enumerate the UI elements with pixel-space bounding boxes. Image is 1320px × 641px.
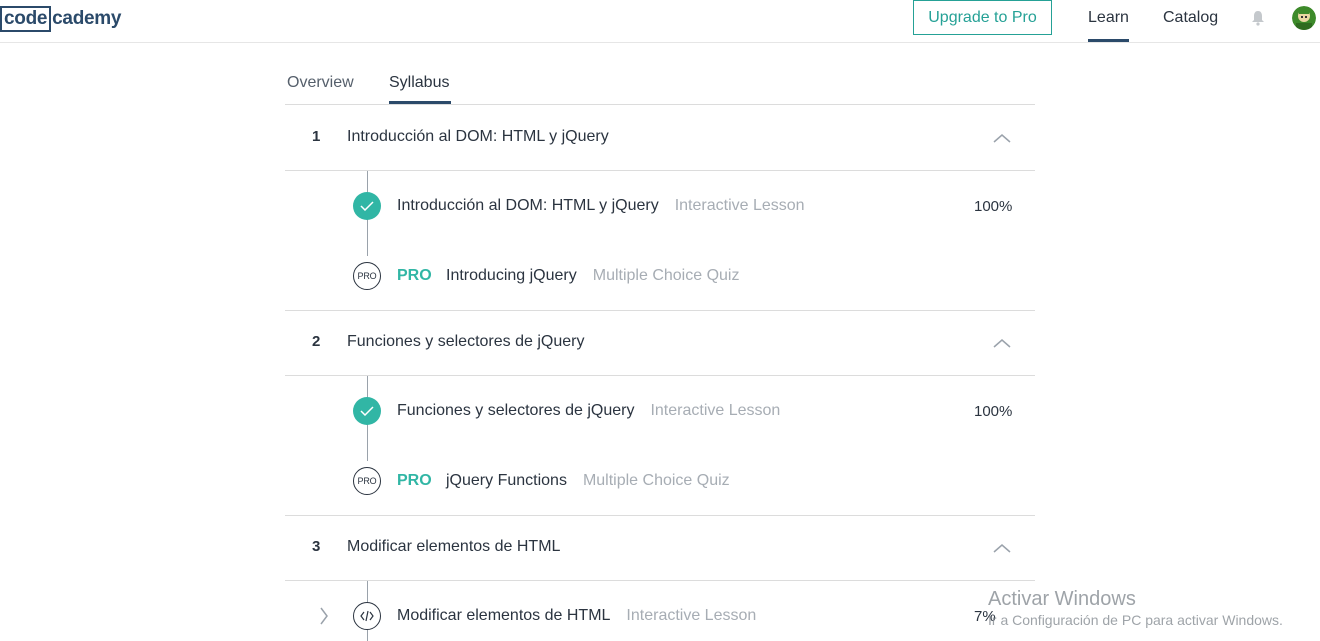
- pro-lock-icon: PRO: [353, 262, 381, 290]
- section-header[interactable]: 1 Introducción al DOM: HTML y jQuery: [285, 105, 1035, 171]
- top-navbar: code cademy Upgrade to Pro Learn Catalog: [0, 0, 1320, 43]
- logo-cademy-text: cademy: [52, 8, 122, 29]
- lesson-title-wrap: Introducing jQuery Multiple Choice Quiz: [446, 267, 739, 285]
- completed-check-icon: [353, 192, 381, 220]
- tab-syllabus[interactable]: Syllabus: [389, 74, 449, 92]
- upgrade-to-pro-button[interactable]: Upgrade to Pro: [913, 0, 1052, 35]
- section-header[interactable]: 3 Modificar elementos de HTML: [285, 515, 1035, 581]
- lesson-progress: 100%: [974, 198, 1013, 215]
- section-title: Modificar elementos de HTML: [347, 538, 561, 555]
- syllabus-section-1: 1 Introducción al DOM: HTML y jQuery Int…: [285, 105, 1035, 311]
- lesson-row[interactable]: Modificar elementos de HTML Interactive L…: [285, 596, 1035, 636]
- lesson-title-wrap: Introducción al DOM: HTML y jQuery Intera…: [397, 197, 805, 215]
- nav-catalog[interactable]: Catalog: [1163, 0, 1218, 36]
- section-header[interactable]: 2 Funciones y selectores de jQuery: [285, 310, 1035, 376]
- pro-badge: PRO: [397, 267, 432, 284]
- nav-learn[interactable]: Learn: [1088, 0, 1129, 42]
- completed-check-icon: [353, 397, 381, 425]
- pro-badge: PRO: [397, 472, 432, 489]
- lesson-type: Multiple Choice Quiz: [592, 267, 740, 284]
- chevron-right-icon[interactable]: [319, 607, 329, 625]
- lesson-title-wrap: Modificar elementos de HTML Interactive L…: [397, 607, 756, 625]
- lesson-title: Modificar elementos de HTML: [397, 607, 611, 624]
- windows-activation-text: Ir a Configuración de PC para activar Wi…: [988, 612, 1283, 628]
- lesson-title: Introducción al DOM: HTML y jQuery: [397, 197, 659, 214]
- user-avatar[interactable]: [1292, 6, 1316, 30]
- syllabus-section-2: 2 Funciones y selectores de jQuery Funci…: [285, 310, 1035, 516]
- codecademy-logo[interactable]: code cademy: [0, 6, 121, 32]
- lesson-title: jQuery Functions: [446, 472, 567, 489]
- lesson-type: Interactive Lesson: [650, 402, 781, 419]
- section-title: Introducción al DOM: HTML y jQuery: [347, 128, 609, 145]
- tab-overview[interactable]: Overview: [287, 74, 354, 92]
- lesson-title: Introducing jQuery: [446, 267, 577, 284]
- lesson-title-wrap: jQuery Functions Multiple Choice Quiz: [446, 472, 730, 490]
- lesson-type: Interactive Lesson: [626, 607, 757, 624]
- notification-bell-icon[interactable]: [1251, 10, 1265, 26]
- lesson-type: Multiple Choice Quiz: [582, 472, 730, 489]
- section-number: 2: [312, 333, 321, 350]
- code-icon: [353, 602, 381, 630]
- lesson-row[interactable]: Funciones y selectores de jQuery Interact…: [285, 391, 1035, 431]
- lesson-row[interactable]: PRO PRO jQuery Functions Multiple Choice …: [285, 461, 1035, 501]
- lesson-row[interactable]: Introducción al DOM: HTML y jQuery Intera…: [285, 186, 1035, 226]
- windows-activation-title: Activar Windows: [988, 588, 1136, 610]
- section-title: Funciones y selectores de jQuery: [347, 333, 585, 350]
- lesson-progress: 100%: [974, 403, 1013, 420]
- chevron-up-icon[interactable]: [993, 133, 1011, 143]
- lesson-title: Funciones y selectores de jQuery: [397, 402, 635, 419]
- lesson-type: Interactive Lesson: [674, 197, 805, 214]
- lesson-title-wrap: Funciones y selectores de jQuery Interact…: [397, 402, 780, 420]
- pro-lock-icon: PRO: [353, 467, 381, 495]
- syllabus-section-3: 3 Modificar elementos de HTML Modificar …: [285, 515, 1035, 641]
- section-number: 3: [312, 538, 321, 555]
- section-number: 1: [312, 128, 321, 145]
- logo-code-text: code: [0, 6, 52, 32]
- chevron-up-icon[interactable]: [993, 543, 1011, 553]
- chevron-up-icon[interactable]: [993, 338, 1011, 348]
- lesson-row[interactable]: PRO PRO Introducing jQuery Multiple Choic…: [285, 256, 1035, 296]
